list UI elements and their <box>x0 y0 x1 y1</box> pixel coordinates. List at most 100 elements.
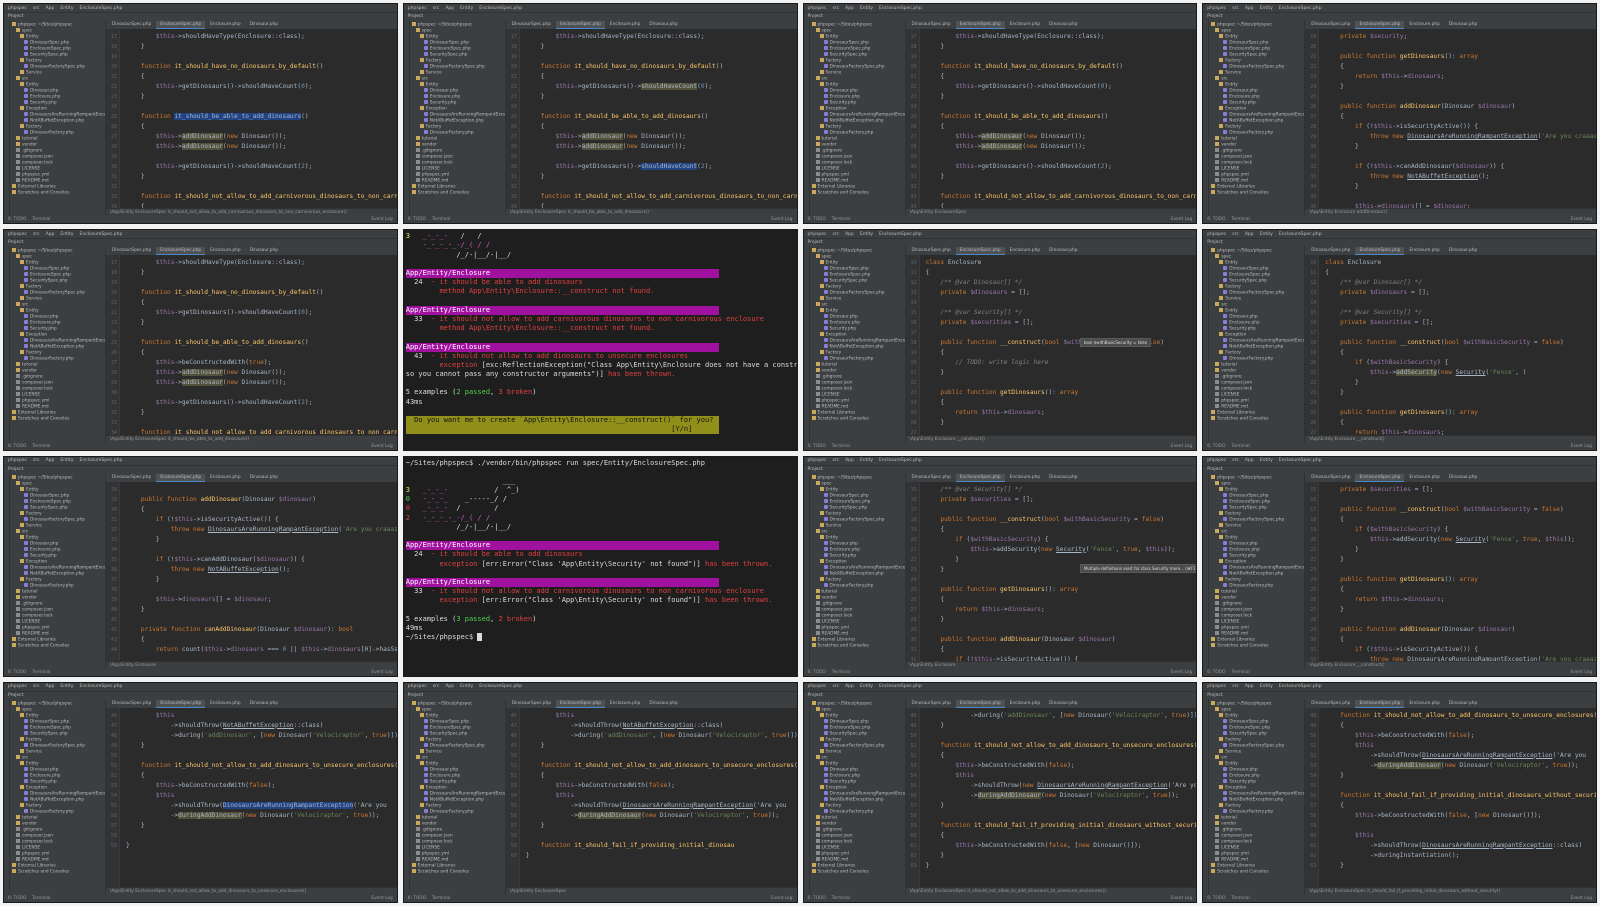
editor-tab[interactable]: EnclosureSpec.php <box>955 699 1005 708</box>
breadcrumb-item[interactable]: EnclosureSpec.php <box>80 684 123 689</box>
bottom-tool-button[interactable]: 6: TODO <box>8 444 26 449</box>
editor-tab[interactable]: Enclosure.php <box>605 21 645 29</box>
code-area[interactable]: 46 47 48 49 50 51 52 53 54 55 56 57 58 59 60 $this ->s… <box>505 707 797 887</box>
editor-tab[interactable]: DinosaurSpec.php <box>108 21 156 29</box>
tree-item[interactable]: Scratches and Consoles <box>811 642 905 649</box>
event-log-button[interactable]: Event Log <box>371 217 392 222</box>
editor-tab[interactable]: DinosaurSpec.php <box>108 699 156 708</box>
project-label[interactable]: Project <box>1207 240 1222 245</box>
breadcrumb-item[interactable]: phpspec <box>808 6 827 11</box>
event-log-button[interactable]: Event Log <box>1571 217 1592 222</box>
breadcrumb-item[interactable]: Entity <box>460 6 473 11</box>
bottom-tool-button[interactable]: 6: TODO <box>8 670 26 675</box>
project-label[interactable]: Project <box>1207 14 1222 19</box>
project-label[interactable]: Project <box>8 693 23 698</box>
breadcrumb-item[interactable]: phpspec <box>1207 232 1226 237</box>
editor-tab[interactable]: Dinosaur.php <box>1444 473 1482 482</box>
breadcrumb-item[interactable]: phpspec <box>8 232 27 237</box>
editor-tab[interactable]: EnclosureSpec.php <box>955 473 1005 482</box>
breadcrumb-item[interactable]: Entity <box>60 458 73 463</box>
breadcrumb-item[interactable]: EnclosureSpec.php <box>1279 458 1322 463</box>
breadcrumb-item[interactable]: EnclosureSpec.php <box>1279 684 1322 689</box>
event-log-button[interactable]: Event Log <box>1171 217 1192 222</box>
bottom-tool-button[interactable]: 6: TODO <box>808 896 826 901</box>
editor-tab[interactable]: DinosaurSpec.php <box>507 699 555 708</box>
code-area[interactable]: 28 29 30 31 32 33 34 35 36 37 38 39 40 41 42 43 44 publi… <box>106 481 397 661</box>
breadcrumb-item[interactable]: App <box>845 6 854 11</box>
code-area[interactable]: 10111213141516171819202122232425262728cl… <box>1305 255 1596 435</box>
code-area[interactable]: 46 47 48 49 50 51 52 53 54 55 56 57 58 59 $this ->sho… <box>106 707 397 887</box>
breadcrumb-item[interactable]: phpspec <box>808 684 827 689</box>
bottom-tool-button[interactable]: 6: TODO <box>808 217 826 222</box>
bottom-tool-button[interactable]: Terminal <box>1232 444 1250 449</box>
code-area[interactable]: 17181920212223242526272829303132333435 $… <box>905 29 1196 209</box>
bottom-tool-button[interactable]: Terminal <box>1232 217 1250 222</box>
breadcrumb-item[interactable]: src <box>33 6 40 11</box>
project-label[interactable]: Project <box>808 693 823 698</box>
editor-tab[interactable]: Dinosaur.php <box>1045 473 1082 482</box>
terminal-output[interactable]: ~/Sites/phpspec$ ./vendor/bin/phpspec ru… <box>403 456 797 676</box>
breadcrumb-item[interactable]: src <box>833 684 840 689</box>
editor-tab[interactable]: EnclosureSpec.php <box>1355 473 1405 482</box>
breadcrumb-item[interactable]: App <box>445 684 454 689</box>
tree-item[interactable]: Scratches and Consoles <box>811 416 905 422</box>
breadcrumb-item[interactable]: Entity <box>60 6 73 11</box>
project-label[interactable]: Project <box>808 14 823 19</box>
project-label[interactable]: Project <box>408 14 423 19</box>
editor-tab[interactable]: Enclosure.php <box>206 473 245 482</box>
breadcrumb-item[interactable]: src <box>433 684 440 689</box>
editor-tab[interactable]: Dinosaur.php <box>1444 699 1482 708</box>
bottom-tool-button[interactable]: Terminal <box>432 217 450 222</box>
code-area[interactable]: 19202122232425262728293031323334353637 p… <box>1305 29 1596 209</box>
bottom-tool-button[interactable]: Terminal <box>832 670 850 675</box>
breadcrumb-item[interactable]: src <box>33 684 40 689</box>
breadcrumb-item[interactable]: Entity <box>860 458 873 463</box>
breadcrumb-item[interactable]: src <box>833 458 840 463</box>
editor-tab[interactable]: EnclosureSpec.php <box>555 21 605 29</box>
bottom-tool-button[interactable]: Terminal <box>832 217 850 222</box>
editor-tab[interactable]: Enclosure.php <box>1405 247 1444 256</box>
tree-item[interactable]: Scratches and Consoles <box>811 868 905 875</box>
breadcrumb-item[interactable]: phpspec <box>408 6 427 11</box>
breadcrumb-item[interactable]: EnclosureSpec.php <box>1279 232 1322 237</box>
tree-item[interactable]: DinosaursAreRunningRampantException.php <box>1211 790 1304 797</box>
terminal-output[interactable]: 3 _-_-_- / / -_-_-_-_-/_( / / /_/-|__/-|… <box>403 230 797 450</box>
editor-tab[interactable]: EnclosureSpec.php <box>1355 21 1405 29</box>
bottom-tool-button[interactable]: 6: TODO <box>1207 896 1225 901</box>
tree-item[interactable]: DinosaursAreRunningRampantException.php <box>1211 564 1304 571</box>
project-label[interactable]: Project <box>808 467 823 472</box>
editor-tab[interactable]: DinosaurSpec.php <box>507 21 555 29</box>
bottom-tool-button[interactable]: Terminal <box>32 444 50 449</box>
editor-tab[interactable]: EnclosureSpec.php <box>555 699 605 708</box>
editor-tab[interactable]: Dinosaur.php <box>1045 21 1082 29</box>
editor-tab[interactable]: Enclosure.php <box>206 247 245 256</box>
breadcrumb-item[interactable]: App <box>1245 458 1254 463</box>
code-area[interactable]: 48 49 50 51 52 53 54 55 56 57 58 59 60 61 62 63 functio… <box>1305 707 1596 887</box>
editor-tab[interactable]: DinosaurSpec.php <box>907 699 955 708</box>
breadcrumb-item[interactable]: App <box>46 232 55 237</box>
breadcrumb-item[interactable]: src <box>433 6 440 11</box>
project-label[interactable]: Project <box>808 240 823 245</box>
bottom-tool-button[interactable]: Terminal <box>832 896 850 901</box>
breadcrumb-item[interactable]: App <box>1245 232 1254 237</box>
breadcrumb-item[interactable]: EnclosureSpec.php <box>80 232 123 237</box>
code-area[interactable]: 17181920212223242526272829303132333435 $… <box>106 29 397 209</box>
project-label[interactable]: Project <box>8 240 23 245</box>
breadcrumb-item[interactable]: Entity <box>60 684 73 689</box>
tree-item[interactable]: Scratches and Consoles <box>811 190 905 196</box>
editor-tab[interactable]: Enclosure.php <box>1405 21 1444 29</box>
bottom-tool-button[interactable]: 6: TODO <box>808 444 826 449</box>
editor-tab[interactable]: Dinosaur.php <box>645 699 682 708</box>
project-label[interactable]: Project <box>8 467 23 472</box>
event-log-button[interactable]: Event Log <box>771 217 792 222</box>
event-log-button[interactable]: Event Log <box>371 670 392 675</box>
breadcrumb-item[interactable]: EnclosureSpec.php <box>879 6 922 11</box>
breadcrumb-item[interactable]: App <box>1245 6 1254 11</box>
bottom-tool-button[interactable]: Terminal <box>832 444 850 449</box>
breadcrumb-item[interactable]: phpspec <box>1207 684 1226 689</box>
bottom-tool-button[interactable]: Terminal <box>1232 896 1250 901</box>
bottom-tool-button[interactable]: Terminal <box>432 896 450 901</box>
event-log-button[interactable]: Event Log <box>1171 670 1192 675</box>
breadcrumb-item[interactable]: App <box>845 458 854 463</box>
bottom-tool-button[interactable]: Terminal <box>32 670 50 675</box>
